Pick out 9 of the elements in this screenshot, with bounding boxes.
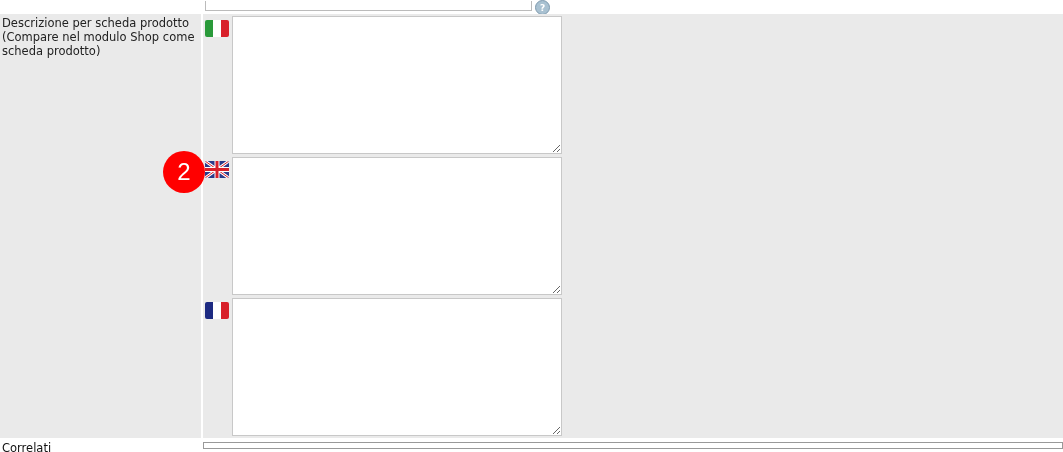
description-textarea[interactable] (232, 298, 562, 436)
description-textarea[interactable] (232, 16, 562, 154)
description-textarea[interactable] (232, 157, 562, 295)
field-input[interactable] (203, 442, 1063, 449)
uk-flag-icon (205, 161, 229, 178)
italy-flag-icon (205, 20, 229, 37)
france-flag-icon (205, 302, 229, 319)
text-area[interactable] (205, 1, 532, 11)
field-label: Correlati (1, 441, 53, 452)
